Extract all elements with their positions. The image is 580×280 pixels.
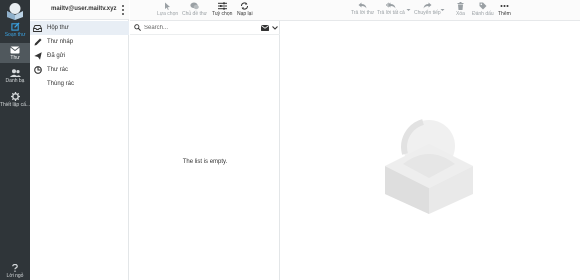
nav-contacts[interactable]: Danh bạ [0,65,30,87]
toolbar-label: Thêm [498,11,511,17]
trash-icon [33,80,42,89]
forward-icon [423,2,432,9]
refresh-icon [241,2,249,10]
trash-icon [457,2,464,10]
folder-drafts[interactable]: Thư nháp [30,35,129,49]
folder-label: Thùng rác [47,81,75,87]
toolbar-label: Chủ đề thư [182,11,208,17]
folder-list: Hộp thư Thư nháp Đã gửi Thư rác Thùng rá… [30,21,129,91]
empty-mailbox-illustration [385,119,473,214]
reply-all-icon [385,2,396,9]
gear-icon [10,92,20,101]
refresh-button[interactable]: Nạp lại [237,2,253,17]
toolbar-label: Trả lời thư [351,10,375,16]
toolbar-label: Trả lời tất cả [377,10,405,16]
settings-label: Thiết lập cấ... [0,102,31,108]
folder-label: Hộp thư [47,25,69,31]
folder-label: Thư nháp [47,39,74,45]
send-icon [33,52,42,61]
message-list-panel: The list is empty. [130,0,280,280]
forward-button[interactable]: Chuyển tiếp [414,2,441,16]
help-icon [12,263,18,272]
delete-button[interactable]: Xóa [456,2,465,17]
mark-button[interactable]: Đánh dấu [472,2,494,17]
mail-icon [10,46,20,53]
nav-settings[interactable]: Thiết lập cấ... [0,89,30,111]
toolbar-label: Lựa chọn [157,11,179,17]
folder-label: Thư rác [47,67,69,73]
toolbar-label: Đánh dấu [472,11,494,17]
nav-mail[interactable]: Thư [0,43,30,63]
folder-sent[interactable]: Đã gửi [30,49,129,63]
preview-pane [281,21,580,280]
mail-label: Thư [10,54,20,61]
logo-icon [7,3,23,20]
tag-icon [479,2,487,10]
toolbar-label: Chuyển tiếp [414,10,441,16]
toolbar-label: Nạp lại [237,11,253,17]
compose-label: Soạn thư [4,32,26,38]
envelope-filter-icon[interactable] [261,25,269,31]
toolbar-label: Tuỳ chọn [212,11,233,17]
account-menu-icon[interactable] [121,5,125,15]
folder-spam[interactable]: Thư rác [30,63,129,77]
reply-button[interactable]: Trả lời thư [351,2,374,16]
search-bar [130,21,280,35]
toolbar: Lựa chọn Chủ đề thư Tuỳ chọn Nạp lại Trả… [130,0,580,21]
search-icon[interactable] [134,24,141,31]
contacts-icon [9,68,21,77]
compose-button[interactable]: Soạn thư [0,22,30,43]
empty-list-message: The list is empty. [182,159,228,165]
contacts-label: Danh bạ [5,77,25,84]
pencil-icon [33,38,42,47]
reply-icon [358,2,367,9]
help-label: Lời ngỏ [6,272,24,279]
toolbar-label: Xóa [456,11,465,17]
search-input[interactable] [144,23,254,33]
reply-all-button[interactable]: Trả lời tất cả [377,2,405,16]
folder-panel: mailtv@user.mailtv.xyz Hộp thư Thư nháp … [30,0,129,280]
nav-help[interactable]: Lời ngỏ [0,262,30,280]
logo [0,0,30,22]
more-icon [500,5,509,7]
compose-icon [10,22,20,31]
select-button[interactable]: Lựa chọn [157,2,178,17]
folder-label: Đã gửi [47,53,66,59]
threads-button[interactable]: Chủ đề thư [182,2,207,17]
forward-dropdown-icon[interactable] [440,8,445,12]
account-email: mailtv@user.mailtv.xyz [51,6,117,12]
folder-inbox[interactable]: Hộp thư [30,21,129,35]
main-nav-rail: Soạn thư Thư Danh bạ Thiết lập cấ... Lời… [0,0,30,280]
account-bar: mailtv@user.mailtv.xyz [30,0,129,20]
chevron-down-icon[interactable] [272,26,278,30]
inbox-icon [33,24,42,33]
spam-icon [33,66,42,75]
reply-all-dropdown-icon[interactable] [406,8,411,12]
threads-icon [190,2,199,10]
cursor-icon [165,2,171,10]
options-button[interactable]: Tuỳ chọn [212,2,232,17]
folder-trash[interactable]: Thùng rác [30,77,129,91]
more-button[interactable]: Thêm [498,2,511,17]
options-icon [217,2,227,10]
